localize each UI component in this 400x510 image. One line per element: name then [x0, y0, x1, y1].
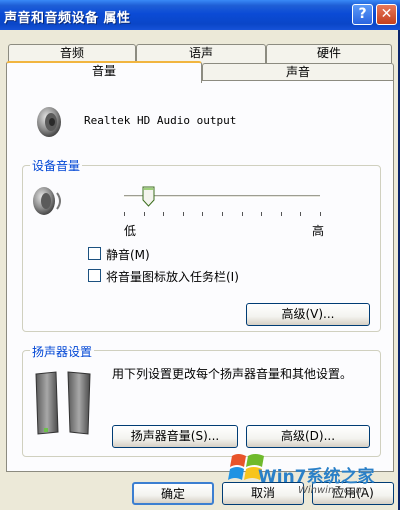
- slider-tick: [222, 212, 223, 216]
- volume-advanced-button[interactable]: 高级(V)...: [246, 303, 370, 326]
- window-title: 声音和音频设备 属性: [4, 11, 131, 26]
- close-button[interactable]: ✕: [376, 4, 397, 25]
- speakers-icon: [35, 371, 91, 435]
- slider-tick: [143, 212, 145, 216]
- tab-volume[interactable]: 音量: [6, 61, 202, 83]
- ok-button[interactable]: 确定: [132, 482, 214, 505]
- device-volume-title: 设备音量: [30, 157, 83, 174]
- speaker-advanced-button[interactable]: 高级(D)...: [246, 425, 370, 448]
- watermark-url: Winwin7.com: [298, 485, 366, 496]
- taskbar-icon-checkbox[interactable]: [88, 269, 101, 282]
- slider-tick: [202, 212, 204, 216]
- slider-tick: [241, 212, 243, 216]
- mute-label: 静音(M): [106, 248, 150, 262]
- slider-tick: [280, 212, 282, 216]
- speaker-settings-title: 扬声器设置: [30, 343, 95, 360]
- speaker-volume-button[interactable]: 扬声器音量(S)...: [112, 425, 238, 448]
- mute-checkbox[interactable]: [88, 247, 101, 260]
- slider-tick: [182, 212, 184, 216]
- speaker-icon: [33, 187, 61, 215]
- slider-tick: [261, 212, 263, 216]
- tab-sounds[interactable]: 声音: [202, 63, 394, 81]
- speaker-settings-description: 用下列设置更改每个扬声器音量和其他设置。: [112, 367, 353, 381]
- slider-tick: [320, 212, 321, 216]
- tab-hardware[interactable]: 硬件: [266, 44, 392, 63]
- speaker-icon: [37, 107, 61, 137]
- help-button[interactable]: ?: [352, 4, 373, 25]
- taskbar-icon-label: 将音量图标放入任务栏(I): [106, 270, 239, 284]
- title-bar[interactable]: 声音和音频设备 属性 ? ✕: [0, 0, 400, 30]
- slider-tick: [124, 212, 125, 216]
- volume-high-label: 高: [312, 224, 325, 238]
- dialog-window: 声音和音频设备 属性 ? ✕ 音频 语声 硬件 音量 声音 Realtek HD…: [0, 0, 400, 510]
- device-name: Realtek HD Audio output: [84, 114, 237, 127]
- slider-tick: [300, 212, 302, 216]
- slider-tick: [163, 212, 165, 216]
- volume-slider-thumb[interactable]: [142, 186, 155, 207]
- volume-low-label: 低: [124, 224, 137, 238]
- watermark-brand: Win7系统之家: [258, 467, 375, 487]
